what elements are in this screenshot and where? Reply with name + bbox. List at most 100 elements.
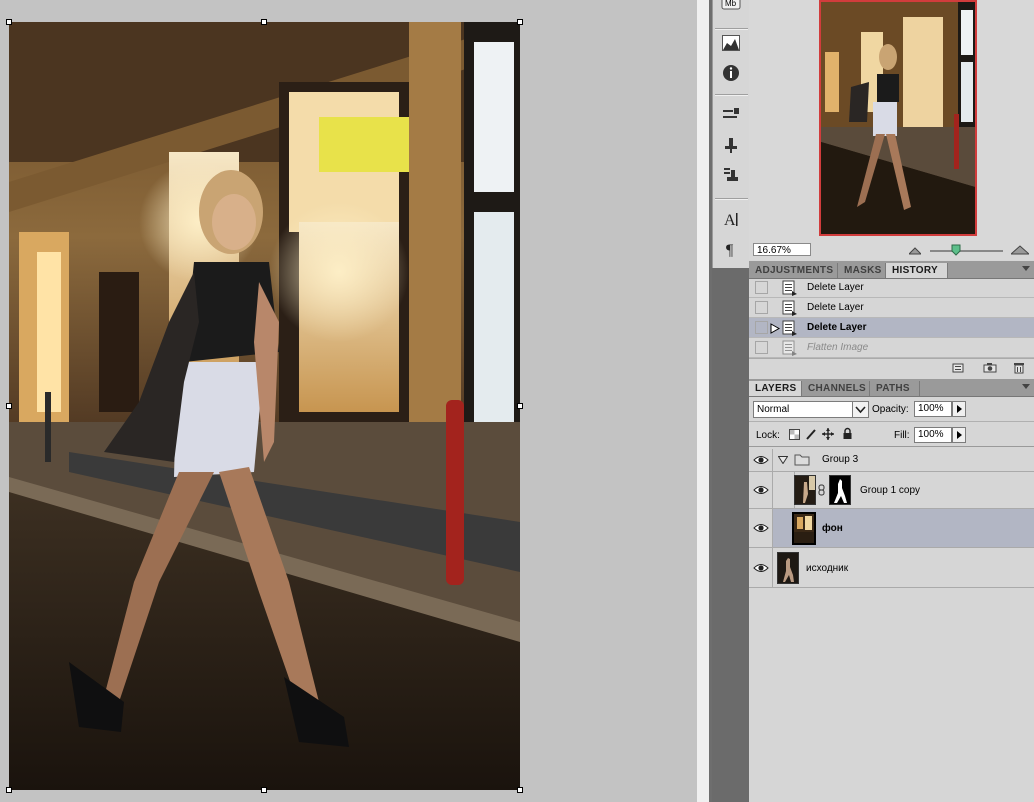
lock-position-icon[interactable] [822, 428, 834, 440]
clone-source-icon[interactable] [720, 134, 742, 156]
character-icon[interactable]: A [720, 208, 742, 230]
zoom-out-icon[interactable] [909, 247, 921, 255]
svg-text:Mb: Mb [725, 0, 737, 8]
transform-handle-left[interactable] [6, 403, 12, 409]
layer-thumbnail[interactable] [792, 512, 816, 545]
layer-name: Group 1 copy [860, 485, 921, 496]
visibility-toggle[interactable] [749, 548, 773, 587]
history-state-icon [782, 340, 797, 356]
dock-separator [715, 94, 748, 96]
layer-row-group[interactable]: Group 3 [749, 449, 1034, 472]
svg-text:¶: ¶ [726, 242, 734, 258]
tab-adjustments[interactable]: ADJUSTMENTS [749, 263, 838, 278]
new-document-from-state-icon[interactable] [952, 363, 964, 373]
zoom-input[interactable]: 16.67% [753, 243, 811, 256]
history-footer [749, 358, 1034, 377]
opacity-input[interactable]: 100% [914, 401, 952, 417]
delete-state-icon[interactable] [1013, 362, 1025, 374]
history-brush-source-icon[interactable] [770, 323, 780, 334]
history-item[interactable]: Delete Layer [749, 278, 1034, 298]
lock-all-icon[interactable] [842, 427, 853, 440]
layer-thumbnail-image [778, 553, 798, 583]
history-snapshot-checkbox[interactable] [755, 341, 768, 354]
visibility-toggle[interactable] [749, 509, 773, 547]
link-chain-icon[interactable] [818, 484, 826, 496]
dock-separator [715, 28, 748, 30]
fill-slider-button[interactable] [952, 427, 966, 443]
eye-icon [753, 564, 769, 572]
stamp-icon[interactable] [720, 164, 742, 186]
layer-mask-thumbnail[interactable] [829, 475, 851, 505]
history-item-label: Delete Layer [807, 282, 864, 293]
layers-empty-area[interactable] [749, 588, 1034, 802]
transform-handle-top[interactable] [261, 19, 267, 25]
lock-label: Lock: [756, 430, 780, 441]
zoom-slider-thumb[interactable] [951, 244, 961, 256]
blend-mode-dropdown-button[interactable] [852, 402, 868, 417]
layer-row-selected[interactable]: фон [749, 509, 1034, 548]
panel-menu-icon[interactable] [1022, 384, 1030, 390]
transform-handle-bottom-left[interactable] [6, 787, 12, 793]
layer-name: Group 3 [822, 454, 859, 465]
paragraph-icon[interactable]: ¶ [720, 238, 742, 260]
group-indent [773, 472, 795, 509]
transform-handle-top-right[interactable] [517, 19, 523, 25]
document-canvas-area[interactable] [0, 0, 697, 802]
new-snapshot-icon[interactable] [983, 362, 997, 373]
mb-icon[interactable]: Mb [720, 0, 742, 14]
transform-handle-bottom[interactable] [261, 787, 267, 793]
transform-handle-bottom-right[interactable] [517, 787, 523, 793]
fill-input[interactable]: 100% [914, 427, 952, 443]
history-state-icon [782, 280, 797, 296]
histogram-icon[interactable] [720, 32, 742, 54]
zoom-slider-track[interactable] [930, 250, 1003, 252]
transform-handle-right[interactable] [517, 403, 523, 409]
tool-presets-icon[interactable] [720, 104, 742, 126]
history-item[interactable]: Delete Layer [749, 298, 1034, 318]
lock-transparent-pixels-icon[interactable] [789, 429, 800, 440]
history-state-icon [782, 320, 797, 336]
history-panel-tabbar: ADJUSTMENTS MASKS HISTORY [749, 261, 1034, 279]
visibility-toggle[interactable] [749, 449, 773, 471]
eye-icon [753, 524, 769, 532]
visibility-toggle[interactable] [749, 472, 773, 508]
info-icon[interactable] [720, 62, 742, 84]
layer-name: исходник [806, 563, 849, 574]
layer-row[interactable]: Group 1 copy [749, 472, 1034, 509]
layer-row[interactable]: исходник [749, 548, 1034, 588]
tab-channels[interactable]: CHANNELS [802, 381, 870, 396]
tab-masks[interactable]: MASKS [838, 263, 886, 278]
history-snapshot-checkbox[interactable] [755, 321, 768, 334]
workspace-divider [697, 0, 709, 802]
history-item-current[interactable]: Delete Layer [749, 318, 1034, 338]
opacity-label: Opacity: [872, 404, 909, 415]
lock-image-pixels-icon[interactable] [805, 428, 817, 440]
eye-icon [753, 486, 769, 494]
panel-menu-icon[interactable] [1022, 266, 1030, 272]
layer-name: фон [822, 523, 843, 534]
folder-icon [794, 454, 810, 466]
street-photo-illustration [9, 22, 520, 790]
dock-background [712, 268, 749, 802]
eye-icon [753, 456, 769, 464]
zoom-in-icon[interactable] [1011, 245, 1029, 255]
tab-layers[interactable]: LAYERS [749, 381, 802, 396]
history-snapshot-checkbox[interactable] [755, 301, 768, 314]
blend-mode-value: Normal [757, 404, 790, 415]
history-snapshot-checkbox[interactable] [755, 281, 768, 294]
expand-group-triangle-icon[interactable] [778, 456, 788, 464]
layer-thumbnail-image [794, 514, 814, 543]
navigator-preview-image [821, 2, 975, 234]
fill-label: Fill: [894, 430, 910, 441]
navigator-preview[interactable] [819, 0, 977, 236]
tab-paths[interactable]: PATHS [870, 381, 920, 396]
svg-text:A: A [724, 212, 736, 228]
history-item-dimmed[interactable]: Flatten Image [749, 338, 1034, 358]
opacity-slider-button[interactable] [952, 401, 966, 417]
layer-thumbnail[interactable] [794, 475, 816, 505]
transform-handle-top-left[interactable] [6, 19, 12, 25]
layer-thumbnail[interactable] [777, 552, 799, 584]
tab-history[interactable]: HISTORY [886, 263, 948, 278]
document-image[interactable] [9, 22, 520, 790]
layers-panel-tabbar: LAYERS CHANNELS PATHS [749, 379, 1034, 397]
